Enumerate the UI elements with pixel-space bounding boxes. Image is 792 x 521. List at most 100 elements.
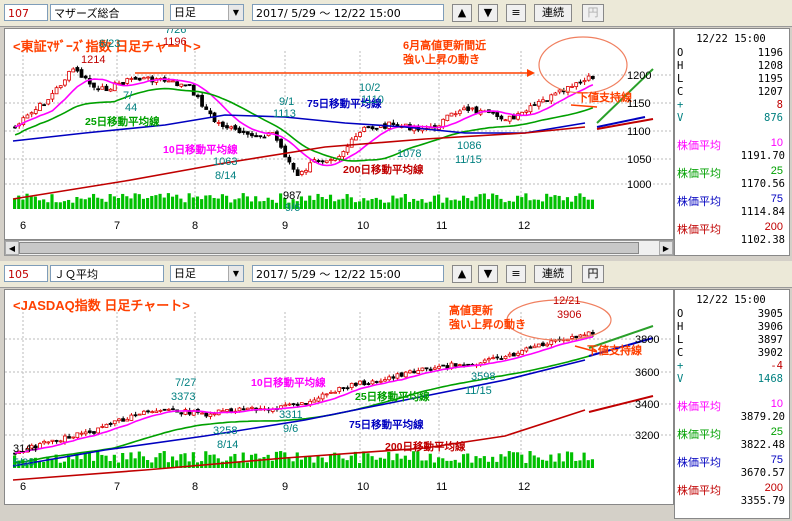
symbol-code-field[interactable]: 105 xyxy=(4,265,48,282)
yen-button[interactable]: 円 xyxy=(582,265,604,283)
volume-bar xyxy=(133,458,137,468)
candle-body xyxy=(445,114,450,121)
volume-bar xyxy=(270,460,274,468)
jasdaq-candlestick-chart[interactable]: <JASDAQ指数 日足チャート> 高値更新強い上昇の動き下値支持線 25日移動平均… xyxy=(5,290,673,504)
candle-body xyxy=(137,77,142,81)
volume-bar xyxy=(216,198,220,209)
candle-body xyxy=(245,407,250,411)
candle-body xyxy=(79,432,84,435)
continuous-button[interactable]: 連続 xyxy=(534,4,572,22)
period-select[interactable]: 日足 ▼ xyxy=(170,4,244,21)
candle-body xyxy=(403,371,408,378)
volume-bar xyxy=(54,202,58,209)
info-key: V xyxy=(677,112,684,124)
volume-bar xyxy=(399,197,403,209)
volume-bar xyxy=(491,193,495,209)
candle-body xyxy=(532,104,537,106)
volume-bar xyxy=(449,460,453,468)
volume-bar xyxy=(428,201,432,209)
price-label: 3906 xyxy=(557,309,581,321)
volume-bar xyxy=(104,455,108,468)
candle-body xyxy=(570,336,574,339)
volume-bar xyxy=(387,451,391,468)
next-button[interactable]: ▼ xyxy=(478,4,498,22)
date-range-field[interactable]: 2017/ 5/29 〜 12/22 15:00 xyxy=(252,4,444,21)
menu-button[interactable]: ≡ xyxy=(506,265,526,283)
x-tick-label: 9 xyxy=(282,481,288,493)
volume-bar xyxy=(96,451,100,468)
mothers-candlestick-chart[interactable]: <東証ﾏｻﾞｰｽﾞ指数 日足チャート> 6月高値更新間近強い上昇の動き下値支持線2… xyxy=(5,29,673,239)
volume-bar xyxy=(420,460,424,468)
scroll-left-icon[interactable]: ◀ xyxy=(5,241,19,255)
candle-body xyxy=(536,343,541,348)
x-tick-label: 11 xyxy=(436,481,447,493)
candle-body xyxy=(474,106,479,114)
volume-bar xyxy=(154,195,158,209)
scroll-thumb[interactable] xyxy=(19,242,639,254)
ma25-label: 25日移動平均線 xyxy=(355,390,430,403)
symbol-code-field[interactable]: 107 xyxy=(4,4,48,21)
candle-body xyxy=(511,352,516,357)
volume-bar xyxy=(79,459,83,468)
ma75-label: 75日移動平均線 xyxy=(349,418,424,431)
jasdaq-chart-area[interactable]: <JASDAQ指数 日足チャート> 高値更新 強い上昇の動き 下値支持線 25日移動平均… xyxy=(4,289,674,505)
volume-bar xyxy=(511,201,516,209)
candle-body xyxy=(503,119,508,122)
volume-bar xyxy=(378,457,382,468)
candle-body xyxy=(532,345,537,349)
chevron-down-icon[interactable]: ▼ xyxy=(228,266,243,281)
candle-body xyxy=(383,379,387,382)
candle-body xyxy=(353,136,358,141)
candle-body xyxy=(96,427,101,434)
volume-bar xyxy=(470,200,474,209)
candle-body xyxy=(487,358,491,361)
info-row-C: C 3902 xyxy=(677,347,785,360)
candle-body xyxy=(345,146,350,153)
menu-button[interactable]: ≡ xyxy=(506,4,526,22)
x-tick-label: 9 xyxy=(282,220,288,232)
volume-bar xyxy=(304,200,308,209)
y-tick-label: 3600 xyxy=(635,367,659,379)
yen-button[interactable]: 円 xyxy=(582,4,604,22)
volume-bar xyxy=(108,194,112,209)
candle-body xyxy=(100,426,105,428)
x-tick-label: 8 xyxy=(192,220,198,232)
x-tick-label: 11 xyxy=(436,220,447,232)
volume-bar xyxy=(574,195,578,209)
ma-value-75: 3670.57 xyxy=(740,467,785,479)
candle-body xyxy=(146,410,150,413)
ma-value-10: 3879.20 xyxy=(740,411,785,423)
price-label: 1214 xyxy=(81,54,105,66)
price-label: 10/2 xyxy=(359,82,380,94)
prev-button[interactable]: ▲ xyxy=(452,265,472,283)
prev-button[interactable]: ▲ xyxy=(452,4,472,22)
candle-body xyxy=(574,82,579,88)
chevron-down-icon[interactable]: ▼ xyxy=(228,5,243,20)
candle-body xyxy=(391,376,396,379)
candle-body xyxy=(424,367,429,370)
candle-body xyxy=(108,88,113,92)
candle-body xyxy=(470,107,475,110)
volume-bar xyxy=(270,199,274,209)
candle-body xyxy=(466,363,470,366)
mothers-chart-area[interactable]: <東証ﾏｻﾞｰｽﾞ指数 日足チャート> 6月高値更新間近 強い上昇の動き 下値支持線 2… xyxy=(4,28,674,240)
next-button[interactable]: ▼ xyxy=(478,265,498,283)
continuous-button[interactable]: 連続 xyxy=(534,265,572,283)
toolbar: 105 ＪＱ平均 日足 ▼ 2017/ 5/29 〜 12/22 15:00 ▲ … xyxy=(0,261,792,288)
volume-bar xyxy=(586,460,590,468)
candle-body xyxy=(71,436,76,439)
candle-body xyxy=(524,347,529,352)
date-range-field[interactable]: 2017/ 5/29 〜 12/22 15:00 xyxy=(252,265,444,282)
volume-bar xyxy=(116,462,121,468)
scroll-right-icon[interactable]: ▶ xyxy=(659,241,673,255)
ma-value-10: 1191.70 xyxy=(740,150,785,162)
candle-body xyxy=(166,408,171,411)
symbol-name-field[interactable]: マザーズ総合 xyxy=(50,4,164,21)
candle-body xyxy=(570,86,574,88)
info-value: 1208 xyxy=(757,60,783,72)
volume-bar xyxy=(590,459,594,468)
symbol-name-field[interactable]: ＪＱ平均 xyxy=(50,265,164,282)
volume-bar xyxy=(416,200,420,209)
horizontal-scrollbar[interactable]: ◀ ▶ xyxy=(4,240,674,256)
period-select[interactable]: 日足 ▼ xyxy=(170,265,244,282)
